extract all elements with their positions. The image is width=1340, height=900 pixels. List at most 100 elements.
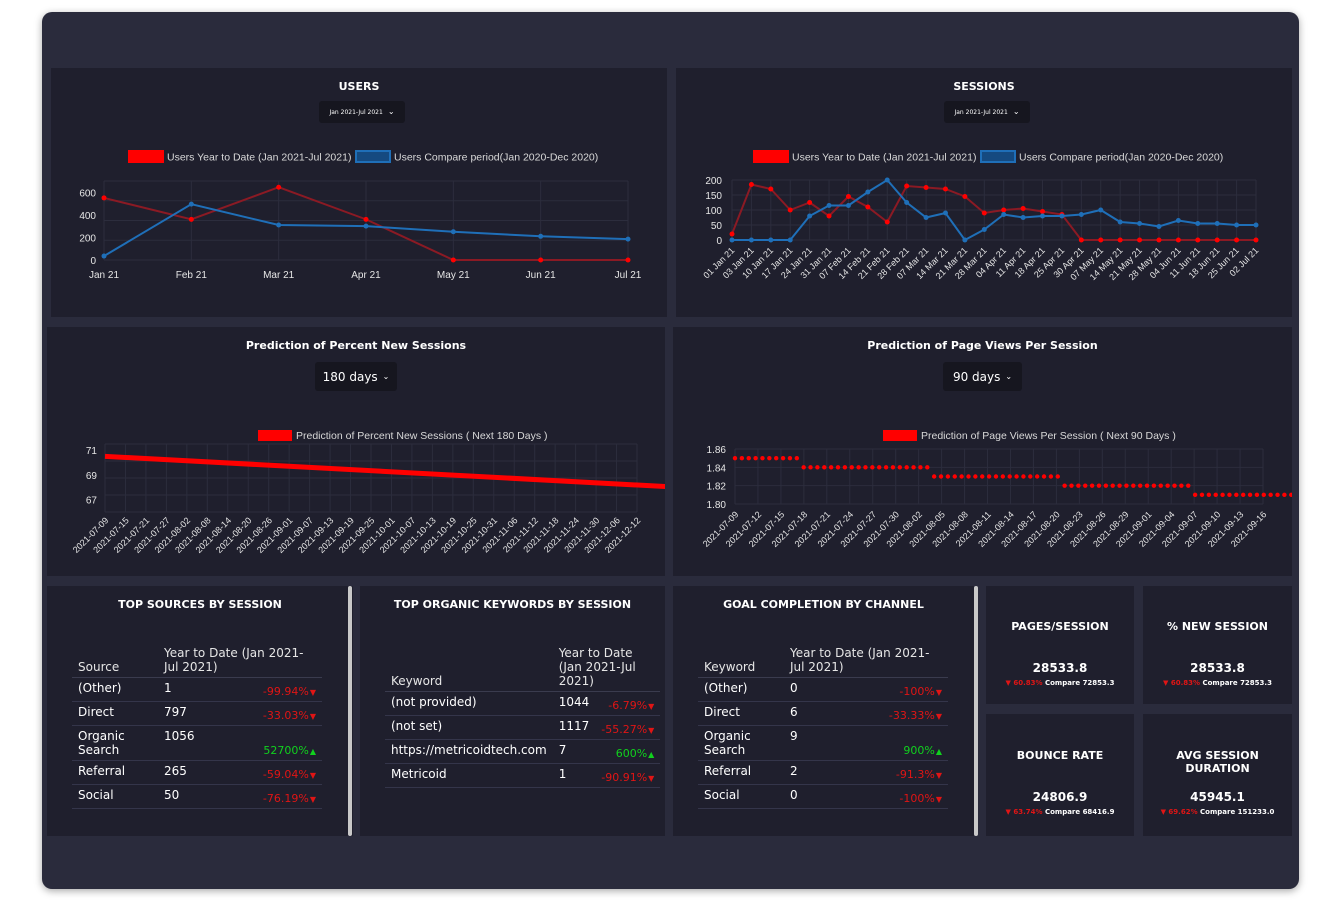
data-point [870, 465, 875, 470]
table-row: (Other) 1 -99.94%▼ [72, 677, 322, 702]
table-row: Social 0 -100%▼ [698, 784, 948, 809]
table-row: https://metricoidtech.com 7 600%▲ [385, 739, 661, 764]
table-row: Referral 265 -59.04%▼ [72, 760, 322, 785]
data-point [1195, 221, 1201, 226]
data-point [1131, 483, 1136, 488]
caret-up-icon: ▲ [648, 750, 655, 759]
row-name: https://metricoidtech.com [385, 739, 553, 764]
data-point [835, 465, 841, 470]
data-point [1078, 212, 1084, 217]
goals-scrollbar[interactable] [974, 586, 978, 836]
row-change: 900%▲ [822, 725, 948, 761]
data-point [952, 474, 957, 479]
row-name: (not provided) [385, 691, 553, 716]
change-value: -59.04% [262, 768, 309, 781]
caret-down-icon: ▼ [935, 688, 942, 697]
data-point [1234, 237, 1240, 243]
legend-ytd-label: Users Year to Date (Jan 2021-Jul 2021) [792, 152, 976, 164]
data-point [826, 213, 832, 219]
data-point [1069, 483, 1074, 488]
data-point [1165, 483, 1170, 488]
kpi-compare: ▼ 60.83% Compare 72853.3 [986, 679, 1134, 687]
caret-down-icon: ▼ [1160, 808, 1166, 816]
sources-title: TOP SOURCES BY SESSION [118, 598, 282, 611]
data-point [774, 455, 779, 461]
x-tick-label: Jan 21 [89, 270, 119, 281]
dashboard-frame: USERS Jan 2021-Jul 2021 ⌄ Users Year to D… [42, 12, 1299, 889]
kpi-title: AVG SESSION DURATION [1176, 749, 1259, 775]
row-change: -6.79%▼ [595, 691, 661, 716]
kpi-value: 28533.8 [1032, 661, 1088, 675]
data-point [787, 207, 793, 213]
y-tick-label: 71 [86, 446, 98, 457]
data-point [842, 465, 848, 470]
table-row: Referral 2 -91.3%▼ [698, 760, 948, 785]
data-point [188, 216, 194, 222]
data-point [1110, 483, 1115, 488]
data-point [1001, 212, 1007, 217]
goals-title: GOAL COMPLETION BY CHANNEL [723, 598, 924, 611]
data-point [1021, 474, 1026, 479]
x-tick-label: Jul 21 [615, 270, 642, 281]
row-change: -55.27%▼ [595, 715, 661, 740]
row-value: 9 [784, 725, 822, 761]
data-point [897, 465, 903, 470]
table-row: Social 50 -76.19%▼ [72, 784, 322, 809]
kpi-compare: ▼ 63.74% Compare 68416.9 [986, 808, 1134, 816]
sessions-chart: Users Year to Date (Jan 2021-Jul 2021) Us… [701, 150, 1260, 282]
row-value: 1117 [552, 715, 596, 740]
kpi-title: PAGES/SESSION [1011, 620, 1109, 633]
data-point [1137, 483, 1143, 488]
kpi-compare-text: Compare 151233.0 [1200, 808, 1275, 816]
row-value: 1056 [158, 725, 223, 761]
y-tick-label: 400 [79, 211, 96, 222]
data-point [884, 177, 890, 183]
data-point [1195, 237, 1201, 243]
sources-scrollbar[interactable] [348, 586, 352, 836]
row-value: 1 [552, 763, 596, 788]
data-point [450, 229, 456, 235]
data-point [1089, 483, 1095, 488]
sources-panel: TOP SOURCES BY SESSION Source Year to Da… [47, 586, 353, 836]
percent-new-panel: Prediction of Percent New Sessions 180 d… [47, 327, 665, 576]
data-point [101, 195, 107, 201]
data-point [1156, 237, 1162, 243]
data-point [1124, 483, 1129, 488]
data-point [1247, 492, 1253, 498]
row-value: 2 [784, 760, 822, 785]
table-row: Direct 797 -33.03%▼ [72, 701, 322, 726]
kpi-bounce-rate: BOUNCE RATE 24806.9 ▼ 63.74% Compare 684… [986, 714, 1134, 836]
legend-ytd-swatch [753, 150, 789, 163]
caret-down-icon: ▼ [309, 795, 316, 804]
data-point [1048, 474, 1054, 479]
data-point [450, 257, 456, 263]
table-row: (Other) 0 -100%▼ [698, 677, 948, 702]
data-point [748, 182, 754, 187]
row-change: -99.94%▼ [222, 677, 322, 702]
row-change: -33.33%▼ [822, 701, 948, 726]
caret-up-icon: ▲ [935, 747, 942, 756]
x-tick-label: Feb 21 [176, 270, 208, 281]
row-name: Metricoid [385, 763, 553, 788]
data-point [1000, 474, 1006, 479]
legend-compare-swatch [355, 150, 391, 163]
data-point [959, 474, 964, 479]
caret-down-icon: ▼ [309, 688, 316, 697]
data-point [863, 465, 868, 470]
data-point [625, 236, 631, 242]
data-point [981, 227, 987, 232]
data-point [1192, 492, 1198, 498]
change-value: -90.91% [601, 771, 648, 784]
data-point [801, 465, 806, 470]
data-point [1206, 492, 1212, 498]
x-tick-label: Apr 21 [351, 270, 381, 281]
data-point [1062, 483, 1067, 488]
change-value: -91.3% [895, 768, 935, 781]
kpi-percent: 60.83% [1013, 679, 1043, 687]
data-point [807, 213, 813, 219]
data-point [884, 219, 890, 225]
x-tick-label: May 21 [437, 270, 470, 281]
legend-swatch [258, 430, 292, 441]
y-tick-label: 200 [79, 233, 96, 244]
data-point [1282, 492, 1287, 498]
